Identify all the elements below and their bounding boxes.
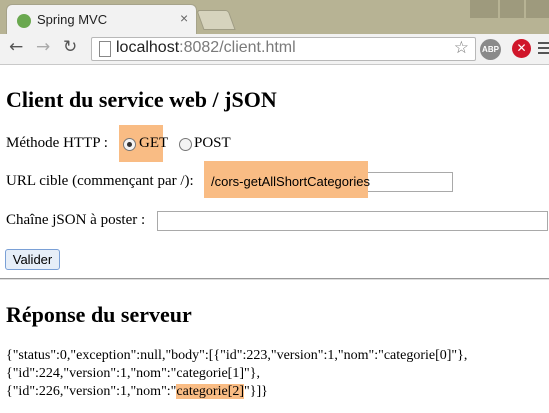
method-row: Méthode HTTP : (6, 135, 108, 152)
url-label: URL cible (commençant par /): (6, 173, 194, 189)
page-title: Client du service web / jSON (6, 87, 277, 112)
response-title: Réponse du serveur (6, 302, 192, 327)
tab-strip: Spring MVC × (0, 0, 549, 35)
radio-get[interactable] (123, 138, 136, 151)
submit-button[interactable]: Valider (5, 249, 60, 270)
divider (0, 278, 549, 280)
address-bar[interactable]: localhost:8082/client.html ☆ (91, 37, 476, 61)
page-content: Client du service web / jSON Méthode HTT… (0, 65, 549, 413)
minimize-button[interactable] (470, 0, 498, 18)
method-label: Méthode HTTP : (6, 135, 108, 151)
response-line-3-start: {"id":226,"version":1,"nom":" (6, 384, 177, 399)
response-line-3: {"id":226,"version":1,"nom":"categorie[2… (6, 384, 268, 400)
star-icon[interactable]: ☆ (454, 38, 469, 58)
radio-post-label: POST (194, 135, 231, 151)
maximize-button[interactable] (500, 0, 524, 18)
spring-leaf-icon (17, 14, 31, 28)
json-label: Chaîne jSON à poster : (6, 212, 146, 228)
reload-icon[interactable]: ↻ (63, 37, 77, 57)
radio-get-label: GET (139, 135, 169, 151)
tab-title: Spring MVC (37, 12, 108, 27)
browser-tab[interactable]: Spring MVC × (6, 4, 197, 35)
response-line-1: {"status":0,"exception":null,"body":[{"i… (6, 348, 468, 363)
adblock-icon[interactable]: ABP (480, 39, 501, 60)
url-host: localhost (116, 39, 180, 56)
response-line-2: {"id":224,"version":1,"nom":"categorie[1… (6, 366, 260, 381)
close-window-button[interactable] (526, 0, 549, 18)
radio-post[interactable] (179, 138, 192, 151)
url-text[interactable]: localhost:8082/client.html (116, 39, 296, 57)
tab-close-icon[interactable]: × (180, 10, 188, 26)
browser-toolbar: ← → ↻ localhost:8082/client.html ☆ ABP ✕ (0, 34, 549, 65)
response-highlight: categorie[2] (176, 384, 245, 399)
menu-icon[interactable] (538, 42, 549, 57)
forward-icon[interactable]: → (36, 37, 50, 57)
url-path: :8082/client.html (179, 39, 296, 56)
back-icon[interactable]: ← (9, 37, 23, 57)
new-tab-button[interactable] (196, 10, 236, 30)
response-line-3-end: "}]} (244, 384, 268, 399)
json-input[interactable] (157, 211, 548, 231)
url-input-value: /cors-getAllShortCategories (211, 174, 370, 189)
page-icon (99, 41, 111, 57)
stop-icon[interactable]: ✕ (512, 39, 531, 58)
